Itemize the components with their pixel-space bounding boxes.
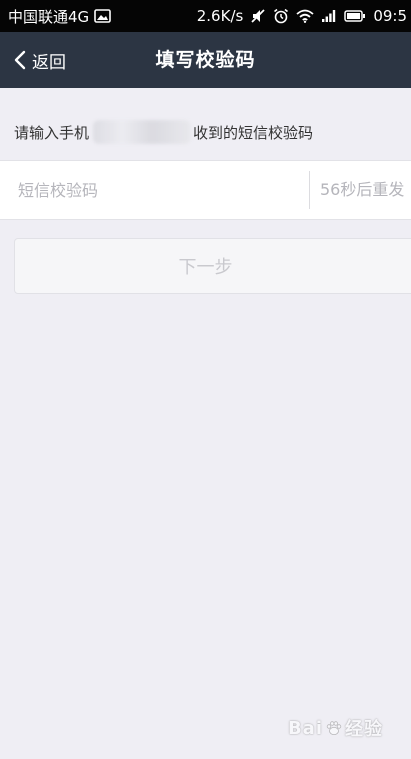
status-right: 2.6K/s 09:5 bbox=[197, 7, 407, 25]
masked-phone-number bbox=[93, 120, 192, 144]
watermark-jingyan: 经验 bbox=[345, 719, 383, 740]
carrier-label: 中国联通4G bbox=[8, 7, 90, 26]
signal-icon bbox=[321, 9, 337, 23]
next-step-button[interactable]: 下一步 bbox=[14, 238, 411, 294]
wifi-icon bbox=[296, 9, 314, 23]
battery-icon bbox=[344, 10, 366, 22]
resend-countdown[interactable]: 56秒后重发 bbox=[320, 161, 404, 219]
instruction-prefix: 请输入手机 bbox=[14, 123, 90, 142]
watermark-bai: Bai bbox=[287, 717, 323, 739]
clock: 09:5 bbox=[373, 7, 407, 25]
instruction-text: 请输入手机 收到的短信校验码 bbox=[14, 120, 313, 144]
baidu-jingyan-watermark: Bai 经验 bbox=[288, 715, 383, 741]
status-left: 中国联通4G bbox=[8, 6, 111, 27]
paw-icon bbox=[325, 719, 343, 737]
network-speed: 2.6K/s bbox=[196, 7, 244, 25]
page-title: 填写校验码 bbox=[155, 49, 256, 71]
input-divider bbox=[309, 171, 310, 209]
image-icon bbox=[94, 9, 111, 23]
sms-code-row: 56秒后重发 bbox=[0, 160, 411, 220]
instruction-suffix: 收到的短信校验码 bbox=[193, 123, 314, 142]
sms-code-input[interactable] bbox=[0, 161, 306, 219]
status-bar: 中国联通4G 2.6K/s 09:5 bbox=[0, 0, 411, 32]
mute-icon bbox=[250, 8, 266, 24]
navigation-bar: 返回 填写校验码 bbox=[0, 32, 411, 88]
alarm-icon bbox=[273, 8, 289, 24]
